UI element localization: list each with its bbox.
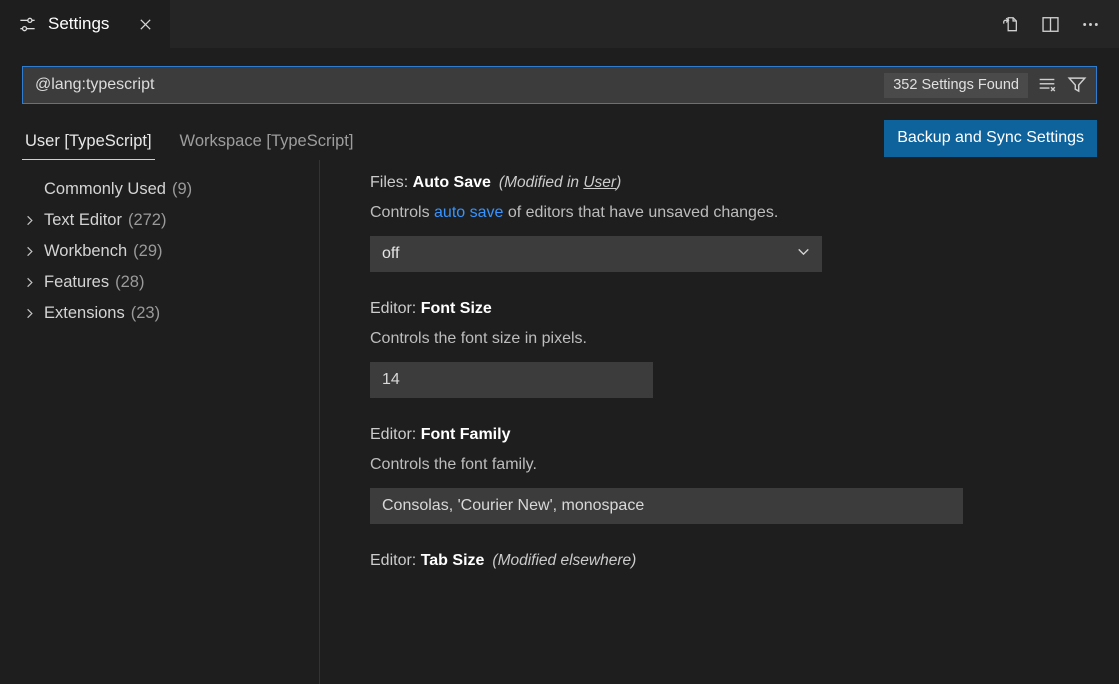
setting-editor-tab-size: Editor: Tab Size (Modified elsewhere) — [370, 552, 1119, 570]
desc-text-before: Controls — [370, 204, 434, 221]
settings-scope-tabs: User [TypeScript] Workspace [TypeScript] — [22, 118, 356, 160]
sidebar-item-label: Text Editor — [44, 211, 122, 230]
setting-description: Controls the font size in pixels. — [370, 330, 1119, 348]
setting-name: Tab Size — [421, 552, 485, 569]
search-input[interactable] — [35, 67, 884, 103]
font-family-input[interactable] — [370, 488, 963, 524]
setting-category: Editor: — [370, 300, 421, 317]
sidebar-item-features[interactable]: Features (28) — [0, 267, 319, 298]
font-size-input[interactable] — [370, 362, 653, 398]
setting-modified-indicator: (Modified elsewhere) — [492, 552, 636, 569]
chevron-right-icon[interactable] — [22, 244, 42, 259]
auto-save-select[interactable]: off — [370, 236, 822, 272]
setting-title: Editor: Tab Size (Modified elsewhere) — [370, 552, 1119, 570]
sidebar-item-label: Workbench — [44, 242, 127, 261]
sidebar-item-label: Commonly Used — [44, 180, 166, 199]
sidebar-item-count: (23) — [131, 304, 160, 323]
sidebar-item-count: (28) — [115, 273, 144, 292]
settings-list: Files: Auto Save (Modified in User) Contr… — [320, 160, 1119, 684]
auto-save-select-value: off — [382, 245, 795, 263]
editor-actions — [997, 0, 1119, 48]
sidebar-item-count: (9) — [172, 180, 192, 199]
split-editor-icon[interactable] — [1037, 11, 1063, 37]
tab-settings[interactable]: Settings — [0, 0, 170, 48]
clear-settings-search-icon[interactable] — [1032, 70, 1062, 100]
setting-files-auto-save: Files: Auto Save (Modified in User) Contr… — [370, 174, 1119, 272]
filter-funnel-icon[interactable] — [1062, 70, 1092, 100]
setting-category: Files: — [370, 174, 413, 191]
desc-text-after: of editors that have unsaved changes. — [503, 204, 778, 221]
settings-sliders-icon — [18, 15, 37, 34]
modified-prefix: (Modified in — [499, 174, 583, 191]
setting-title: Files: Auto Save (Modified in User) — [370, 174, 1119, 192]
sidebar-item-text-editor[interactable]: Text Editor (272) — [0, 205, 319, 236]
sidebar-item-count: (272) — [128, 211, 167, 230]
sidebar-item-workbench[interactable]: Workbench (29) — [0, 236, 319, 267]
auto-save-link[interactable]: auto save — [434, 204, 503, 221]
open-settings-json-icon[interactable] — [997, 11, 1023, 37]
setting-title: Editor: Font Size — [370, 300, 1119, 318]
editor-tab-bar: Settings — [0, 0, 1119, 48]
sidebar-item-commonly-used[interactable]: Commonly Used (9) — [0, 174, 319, 205]
setting-description: Controls auto save of editors that have … — [370, 204, 1119, 222]
close-icon[interactable] — [134, 13, 156, 35]
settings-toc-sidebar: Commonly Used (9) Text Editor (272) Work… — [0, 160, 320, 684]
more-actions-icon[interactable] — [1077, 11, 1103, 37]
settings-scope-row: User [TypeScript] Workspace [TypeScript]… — [0, 104, 1119, 160]
settings-search-box[interactable]: 352 Settings Found — [22, 66, 1097, 104]
setting-name: Auto Save — [413, 174, 491, 191]
chevron-right-icon[interactable] — [22, 275, 42, 290]
setting-name: Font Family — [421, 426, 511, 443]
tab-user-settings[interactable]: User [TypeScript] — [22, 132, 155, 160]
sidebar-item-count: (29) — [133, 242, 162, 261]
sidebar-item-label: Extensions — [44, 304, 125, 323]
setting-category: Editor: — [370, 552, 421, 569]
modified-scope-link[interactable]: User — [583, 174, 616, 191]
chevron-down-icon — [795, 243, 812, 265]
settings-search-row: 352 Settings Found — [0, 48, 1119, 104]
setting-editor-font-family: Editor: Font Family Controls the font fa… — [370, 426, 1119, 524]
backup-and-sync-settings-button[interactable]: Backup and Sync Settings — [884, 120, 1097, 157]
sidebar-item-label: Features — [44, 273, 109, 292]
tab-workspace-settings[interactable]: Workspace [TypeScript] — [177, 132, 357, 160]
chevron-right-icon[interactable] — [22, 306, 42, 321]
setting-category: Editor: — [370, 426, 421, 443]
setting-title: Editor: Font Family — [370, 426, 1119, 444]
setting-description: Controls the font family. — [370, 456, 1119, 474]
chevron-right-icon[interactable] — [22, 213, 42, 228]
sidebar-item-extensions[interactable]: Extensions (23) — [0, 298, 319, 329]
tab-settings-label: Settings — [48, 14, 123, 34]
modified-suffix: ) — [616, 174, 621, 191]
setting-editor-font-size: Editor: Font Size Controls the font size… — [370, 300, 1119, 398]
setting-modified-indicator: (Modified in User) — [499, 174, 621, 191]
settings-body: Commonly Used (9) Text Editor (272) Work… — [0, 160, 1119, 684]
setting-name: Font Size — [421, 300, 492, 317]
results-count-badge: 352 Settings Found — [884, 73, 1028, 98]
